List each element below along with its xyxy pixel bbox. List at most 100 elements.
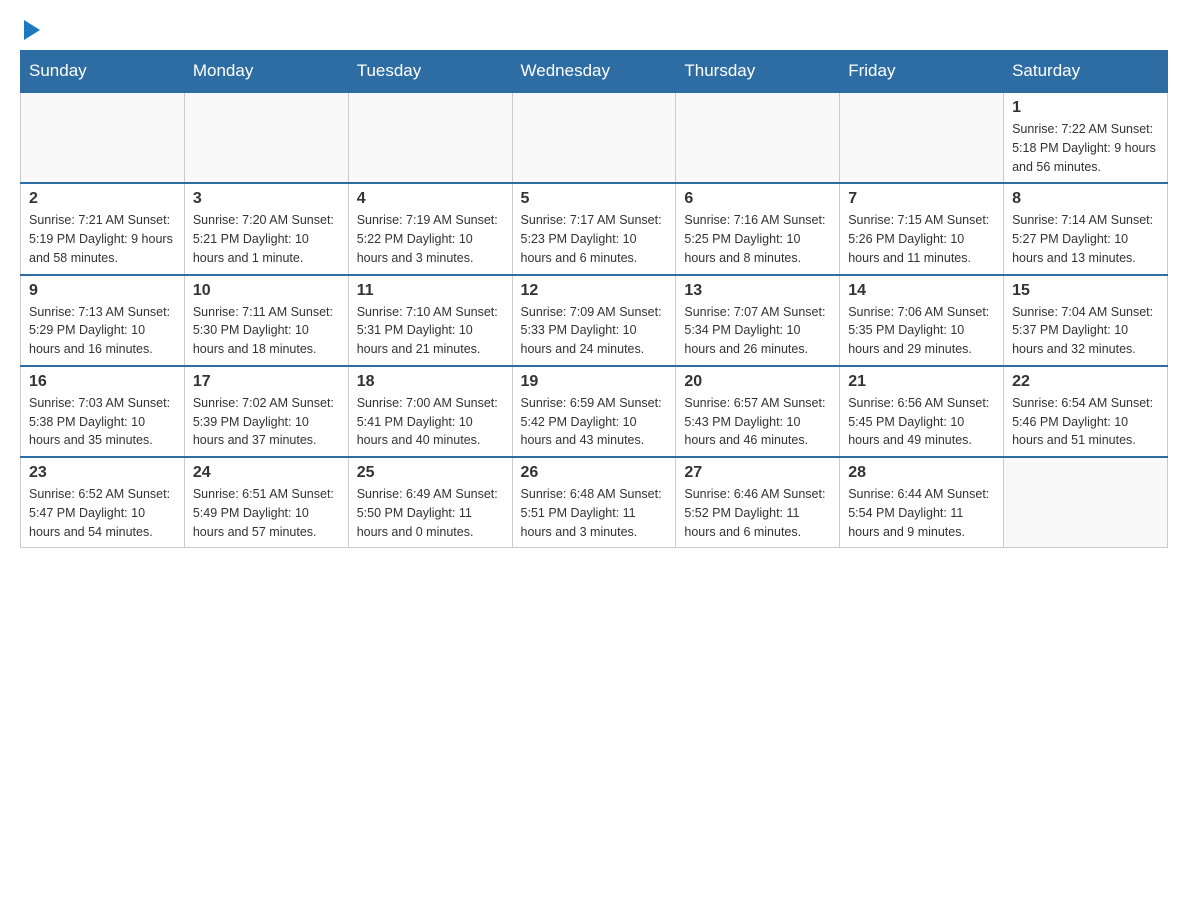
day-number: 6 bbox=[684, 190, 831, 208]
day-number: 17 bbox=[193, 373, 340, 391]
day-number: 20 bbox=[684, 373, 831, 391]
day-header-friday: Friday bbox=[840, 51, 1004, 93]
header-row: SundayMondayTuesdayWednesdayThursdayFrid… bbox=[21, 51, 1168, 93]
calendar-cell bbox=[512, 92, 676, 183]
calendar-table: SundayMondayTuesdayWednesdayThursdayFrid… bbox=[20, 50, 1168, 548]
calendar-cell: 26 Sunrise: 6:48 AM Sunset: 5:51 PM Dayli… bbox=[512, 457, 676, 548]
calendar-cell: 13 Sunrise: 7:07 AM Sunset: 5:34 PM Dayli… bbox=[676, 275, 840, 366]
calendar-cell: 17 Sunrise: 7:02 AM Sunset: 5:39 PM Dayli… bbox=[184, 366, 348, 457]
calendar-cell: 9 Sunrise: 7:13 AM Sunset: 5:29 PM Daylig… bbox=[21, 275, 185, 366]
day-info: Sunrise: 7:07 AM Sunset: 5:34 PM Dayligh… bbox=[684, 303, 831, 359]
calendar-header: SundayMondayTuesdayWednesdayThursdayFrid… bbox=[21, 51, 1168, 93]
day-info: Sunrise: 7:11 AM Sunset: 5:30 PM Dayligh… bbox=[193, 303, 340, 359]
day-number: 28 bbox=[848, 464, 995, 482]
week-row-4: 16 Sunrise: 7:03 AM Sunset: 5:38 PM Dayli… bbox=[21, 366, 1168, 457]
calendar-cell: 19 Sunrise: 6:59 AM Sunset: 5:42 PM Dayli… bbox=[512, 366, 676, 457]
week-row-1: 1 Sunrise: 7:22 AM Sunset: 5:18 PM Daylig… bbox=[21, 92, 1168, 183]
logo-arrow-icon bbox=[24, 20, 40, 40]
day-info: Sunrise: 7:14 AM Sunset: 5:27 PM Dayligh… bbox=[1012, 211, 1159, 267]
day-info: Sunrise: 7:19 AM Sunset: 5:22 PM Dayligh… bbox=[357, 211, 504, 267]
day-number: 18 bbox=[357, 373, 504, 391]
calendar-cell: 11 Sunrise: 7:10 AM Sunset: 5:31 PM Dayli… bbox=[348, 275, 512, 366]
day-number: 7 bbox=[848, 190, 995, 208]
day-info: Sunrise: 6:52 AM Sunset: 5:47 PM Dayligh… bbox=[29, 485, 176, 541]
calendar-cell bbox=[1004, 457, 1168, 548]
day-info: Sunrise: 7:13 AM Sunset: 5:29 PM Dayligh… bbox=[29, 303, 176, 359]
calendar-cell: 23 Sunrise: 6:52 AM Sunset: 5:47 PM Dayli… bbox=[21, 457, 185, 548]
day-number: 14 bbox=[848, 282, 995, 300]
calendar-cell bbox=[676, 92, 840, 183]
day-number: 26 bbox=[521, 464, 668, 482]
calendar-cell: 2Sunrise: 7:21 AM Sunset: 5:19 PM Daylig… bbox=[21, 183, 185, 274]
calendar-cell: 10 Sunrise: 7:11 AM Sunset: 5:30 PM Dayli… bbox=[184, 275, 348, 366]
day-number: 23 bbox=[29, 464, 176, 482]
day-header-monday: Monday bbox=[184, 51, 348, 93]
calendar-cell: 25 Sunrise: 6:49 AM Sunset: 5:50 PM Dayli… bbox=[348, 457, 512, 548]
day-number: 15 bbox=[1012, 282, 1159, 300]
week-row-5: 23 Sunrise: 6:52 AM Sunset: 5:47 PM Dayli… bbox=[21, 457, 1168, 548]
day-number: 10 bbox=[193, 282, 340, 300]
day-info: Sunrise: 7:17 AM Sunset: 5:23 PM Dayligh… bbox=[521, 211, 668, 267]
day-info: Sunrise: 7:06 AM Sunset: 5:35 PM Dayligh… bbox=[848, 303, 995, 359]
day-number: 22 bbox=[1012, 373, 1159, 391]
day-number: 21 bbox=[848, 373, 995, 391]
calendar-body: 1 Sunrise: 7:22 AM Sunset: 5:18 PM Daylig… bbox=[21, 92, 1168, 548]
calendar-cell: 28 Sunrise: 6:44 AM Sunset: 5:54 PM Dayli… bbox=[840, 457, 1004, 548]
day-number: 3 bbox=[193, 190, 340, 208]
day-number: 27 bbox=[684, 464, 831, 482]
day-info: Sunrise: 6:44 AM Sunset: 5:54 PM Dayligh… bbox=[848, 485, 995, 541]
day-info: Sunrise: 7:04 AM Sunset: 5:37 PM Dayligh… bbox=[1012, 303, 1159, 359]
day-number: 5 bbox=[521, 190, 668, 208]
day-number: 8 bbox=[1012, 190, 1159, 208]
calendar-cell: 18Sunrise: 7:00 AM Sunset: 5:41 PM Dayli… bbox=[348, 366, 512, 457]
day-number: 19 bbox=[521, 373, 668, 391]
calendar-cell: 22 Sunrise: 6:54 AM Sunset: 5:46 PM Dayli… bbox=[1004, 366, 1168, 457]
calendar-cell bbox=[21, 92, 185, 183]
calendar-cell bbox=[184, 92, 348, 183]
calendar-cell: 6 Sunrise: 7:16 AM Sunset: 5:25 PM Daylig… bbox=[676, 183, 840, 274]
day-info: Sunrise: 7:15 AM Sunset: 5:26 PM Dayligh… bbox=[848, 211, 995, 267]
calendar-cell: 7 Sunrise: 7:15 AM Sunset: 5:26 PM Daylig… bbox=[840, 183, 1004, 274]
calendar-cell: 14 Sunrise: 7:06 AM Sunset: 5:35 PM Dayli… bbox=[840, 275, 1004, 366]
day-info: Sunrise: 7:09 AM Sunset: 5:33 PM Dayligh… bbox=[521, 303, 668, 359]
calendar-cell: 1 Sunrise: 7:22 AM Sunset: 5:18 PM Daylig… bbox=[1004, 92, 1168, 183]
day-header-tuesday: Tuesday bbox=[348, 51, 512, 93]
day-number: 16 bbox=[29, 373, 176, 391]
day-header-saturday: Saturday bbox=[1004, 51, 1168, 93]
calendar-cell: 20 Sunrise: 6:57 AM Sunset: 5:43 PM Dayli… bbox=[676, 366, 840, 457]
calendar-cell: 15 Sunrise: 7:04 AM Sunset: 5:37 PM Dayli… bbox=[1004, 275, 1168, 366]
day-info: Sunrise: 6:46 AM Sunset: 5:52 PM Dayligh… bbox=[684, 485, 831, 541]
day-number: 13 bbox=[684, 282, 831, 300]
day-info: Sunrise: 7:02 AM Sunset: 5:39 PM Dayligh… bbox=[193, 394, 340, 450]
day-info: Sunrise: 7:03 AM Sunset: 5:38 PM Dayligh… bbox=[29, 394, 176, 450]
day-info: Sunrise: 6:49 AM Sunset: 5:50 PM Dayligh… bbox=[357, 485, 504, 541]
day-info: Sunrise: 6:48 AM Sunset: 5:51 PM Dayligh… bbox=[521, 485, 668, 541]
day-info: Sunrise: 6:57 AM Sunset: 5:43 PM Dayligh… bbox=[684, 394, 831, 450]
day-number: 4 bbox=[357, 190, 504, 208]
day-info: Sunrise: 7:10 AM Sunset: 5:31 PM Dayligh… bbox=[357, 303, 504, 359]
calendar-cell bbox=[348, 92, 512, 183]
calendar-cell: 4 Sunrise: 7:19 AM Sunset: 5:22 PM Daylig… bbox=[348, 183, 512, 274]
day-number: 25 bbox=[357, 464, 504, 482]
page-header bbox=[20, 20, 1168, 40]
calendar-cell: 21 Sunrise: 6:56 AM Sunset: 5:45 PM Dayli… bbox=[840, 366, 1004, 457]
logo bbox=[20, 20, 40, 40]
day-number: 9 bbox=[29, 282, 176, 300]
day-number: 12 bbox=[521, 282, 668, 300]
day-info: Sunrise: 6:56 AM Sunset: 5:45 PM Dayligh… bbox=[848, 394, 995, 450]
day-number: 11 bbox=[357, 282, 504, 300]
day-info: Sunrise: 6:54 AM Sunset: 5:46 PM Dayligh… bbox=[1012, 394, 1159, 450]
day-info: Sunrise: 7:22 AM Sunset: 5:18 PM Dayligh… bbox=[1012, 120, 1159, 176]
day-info: Sunrise: 6:59 AM Sunset: 5:42 PM Dayligh… bbox=[521, 394, 668, 450]
day-header-thursday: Thursday bbox=[676, 51, 840, 93]
calendar-cell: 5 Sunrise: 7:17 AM Sunset: 5:23 PM Daylig… bbox=[512, 183, 676, 274]
day-number: 1 bbox=[1012, 99, 1159, 117]
day-info: Sunrise: 7:21 AM Sunset: 5:19 PM Dayligh… bbox=[29, 211, 176, 267]
day-number: 24 bbox=[193, 464, 340, 482]
day-info: Sunrise: 6:51 AM Sunset: 5:49 PM Dayligh… bbox=[193, 485, 340, 541]
calendar-cell: 24 Sunrise: 6:51 AM Sunset: 5:49 PM Dayli… bbox=[184, 457, 348, 548]
day-info: Sunrise: 7:16 AM Sunset: 5:25 PM Dayligh… bbox=[684, 211, 831, 267]
calendar-cell: 3Sunrise: 7:20 AM Sunset: 5:21 PM Daylig… bbox=[184, 183, 348, 274]
day-header-sunday: Sunday bbox=[21, 51, 185, 93]
week-row-2: 2Sunrise: 7:21 AM Sunset: 5:19 PM Daylig… bbox=[21, 183, 1168, 274]
